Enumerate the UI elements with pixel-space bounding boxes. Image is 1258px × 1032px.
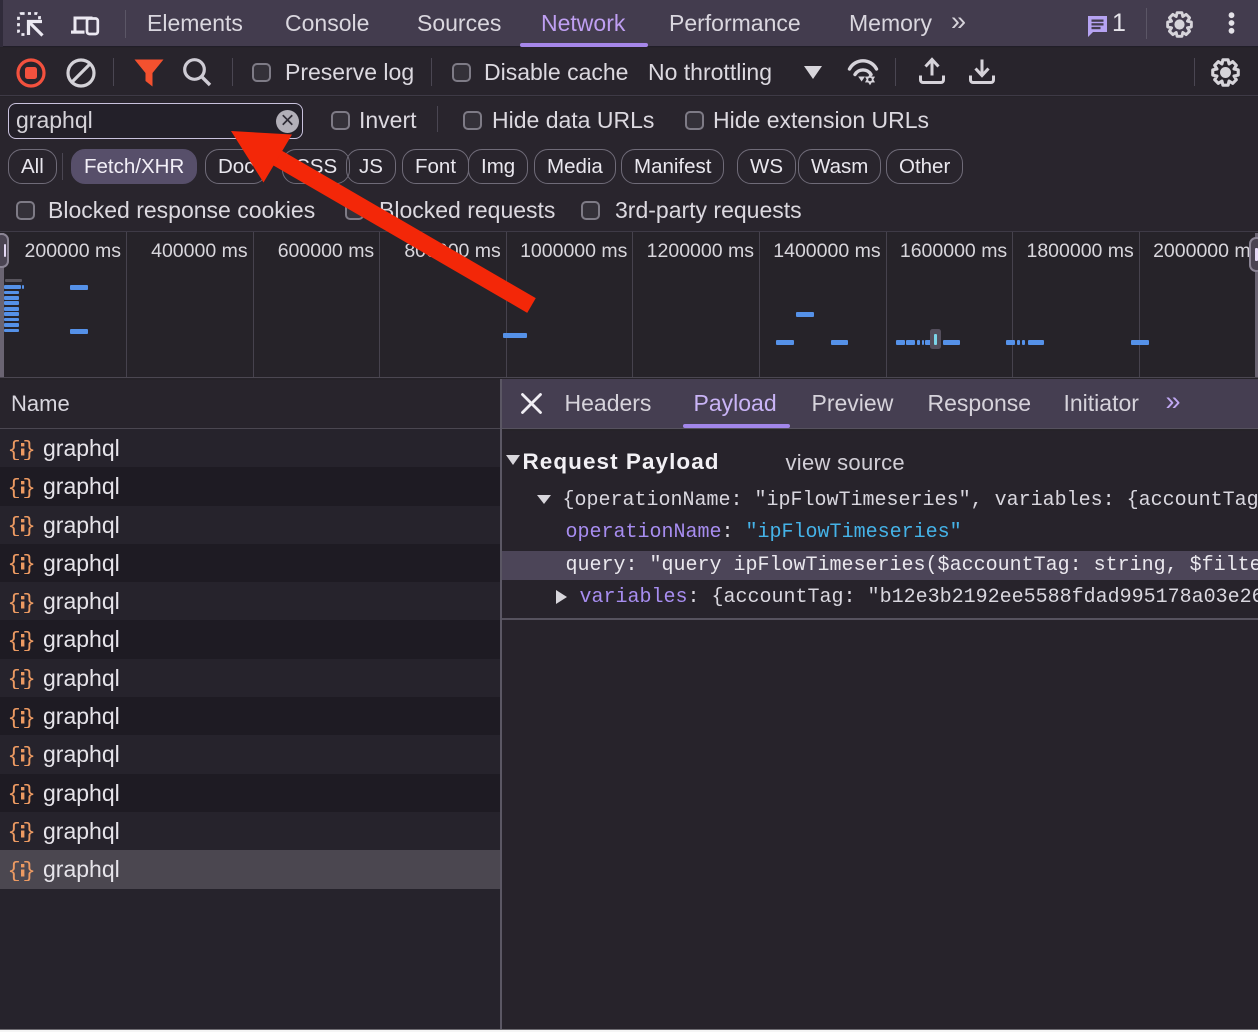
svg-text:{: { [9,706,21,728]
svg-text:{: { [9,820,21,842]
svg-text:{: { [9,438,21,460]
svg-text:{: { [9,667,21,689]
svg-text:{: { [9,744,21,766]
svg-text:{: { [9,591,21,613]
svg-text:{: { [9,552,21,574]
svg-text:{: { [9,782,21,804]
svg-text:{: { [9,514,21,536]
svg-text:{: { [9,476,21,498]
svg-text:{: { [9,859,21,881]
svg-text:{: { [9,629,21,651]
